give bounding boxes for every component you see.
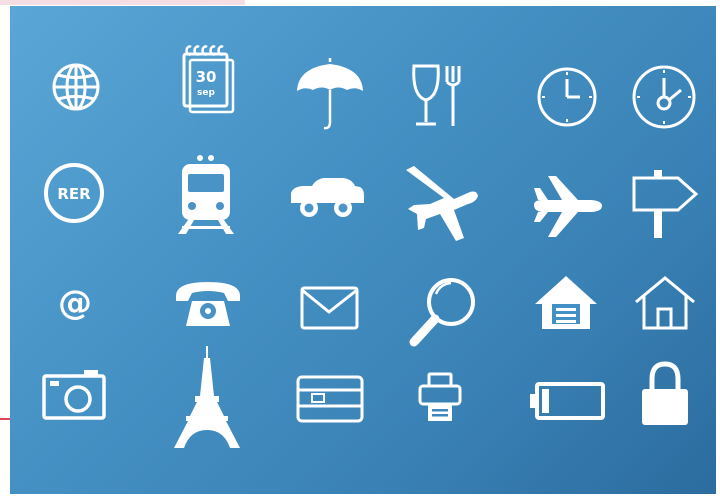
house-icon (635, 276, 695, 330)
restaurant-icon (412, 64, 461, 126)
at-label: @ (58, 283, 92, 323)
telephone-icon (176, 282, 240, 326)
camera-icon (42, 370, 106, 420)
padlock-icon (642, 361, 688, 425)
umbrella-icon (297, 58, 363, 130)
rer-label: RER (57, 185, 91, 203)
airplane-icon (534, 176, 602, 237)
house-garage-icon (535, 276, 597, 329)
globe-icon (52, 63, 100, 111)
car-icon (291, 178, 364, 217)
signpost-icon (632, 170, 699, 238)
icon-grid-panel: 30 sep RER @ (10, 6, 716, 494)
at-sign-icon: @ (58, 283, 92, 323)
train-icon (178, 155, 234, 234)
calendar-month: sep (197, 88, 215, 98)
clock-alarm-icon (632, 65, 696, 129)
top-decorative-strip (0, 0, 245, 5)
clock-icon (537, 67, 597, 127)
airplane-takeoff-icon (406, 166, 478, 241)
fax-printer-icon (418, 372, 462, 421)
magnifier-icon (409, 278, 475, 347)
calendar-icon: 30 sep (182, 45, 235, 114)
credit-card-icon (296, 375, 364, 423)
eiffel-tower-icon (174, 346, 240, 448)
calendar-number: 30 (196, 68, 217, 86)
accent-line (0, 418, 10, 420)
envelope-icon (300, 286, 359, 330)
battery-icon (530, 382, 605, 420)
rer-train-badge-icon: RER (44, 163, 104, 223)
